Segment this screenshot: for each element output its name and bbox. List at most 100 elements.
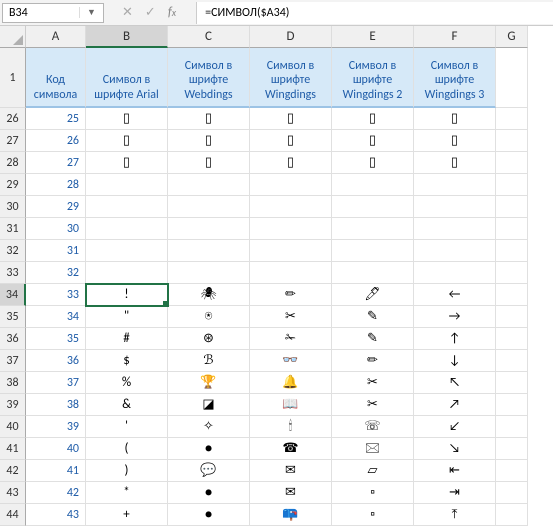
cancel-icon[interactable]: ✕ [122, 5, 133, 20]
cell-code[interactable]: 35 [26, 328, 86, 350]
cell-wingdings2[interactable]: ▯ [332, 130, 414, 152]
cell-code[interactable]: 27 [26, 152, 86, 174]
cell-wingdings[interactable] [250, 174, 332, 196]
cell-arial[interactable]: ▯ [86, 130, 168, 152]
cell-webdings[interactable]: ℬ [168, 350, 250, 372]
column-header-B[interactable]: B [86, 26, 168, 48]
cell[interactable] [496, 218, 528, 240]
cell-wingdings3[interactable]: ↖ [414, 372, 496, 394]
row-number[interactable]: 37 [0, 350, 26, 372]
row-number[interactable]: 28 [0, 152, 26, 174]
cell-wingdings2[interactable] [332, 218, 414, 240]
cell-wingdings3[interactable] [414, 218, 496, 240]
row-number[interactable]: 44 [0, 504, 26, 526]
column-header-D[interactable]: D [250, 26, 332, 48]
cell-webdings[interactable]: ● [168, 482, 250, 504]
cell-arial[interactable]: ' [86, 416, 168, 438]
cell-arial[interactable]: $ [86, 350, 168, 372]
cell-wingdings2[interactable] [332, 196, 414, 218]
cell[interactable] [496, 372, 528, 394]
cell[interactable] [496, 504, 528, 526]
cell[interactable] [496, 306, 528, 328]
cell-wingdings3[interactable]: ▯ [414, 108, 496, 130]
cell-wingdings2[interactable]: ✂ [332, 372, 414, 394]
cell-code[interactable]: 28 [26, 174, 86, 196]
row-number[interactable]: 43 [0, 482, 26, 504]
row-number[interactable]: 42 [0, 460, 26, 482]
chevron-down-icon[interactable]: ▼ [79, 7, 103, 18]
cell-code[interactable]: 25 [26, 108, 86, 130]
cell-code[interactable]: 40 [26, 438, 86, 460]
cell-wingdings3[interactable]: ↘ [414, 438, 496, 460]
cell-wingdings3[interactable]: ↙ [414, 416, 496, 438]
cell-wingdings3[interactable] [414, 196, 496, 218]
cell-wingdings3[interactable]: ↑ [414, 328, 496, 350]
row-number[interactable]: 41 [0, 438, 26, 460]
cell-webdings[interactable]: ⊛ [168, 328, 250, 350]
cell-webdings[interactable] [168, 196, 250, 218]
cell-wingdings[interactable]: 👓 [250, 350, 332, 372]
cell-wingdings[interactable]: ▯ [250, 152, 332, 174]
row-number[interactable]: 27 [0, 130, 26, 152]
cell-wingdings2[interactable]: ▯ [332, 152, 414, 174]
cell-wingdings[interactable]: ▯ [250, 130, 332, 152]
row-number[interactable]: 38 [0, 372, 26, 394]
cell[interactable] [496, 130, 528, 152]
cell[interactable] [496, 240, 528, 262]
row-number[interactable]: 39 [0, 394, 26, 416]
cell-code[interactable]: 32 [26, 262, 86, 284]
cell-wingdings2[interactable] [332, 240, 414, 262]
cell-wingdings3[interactable]: ⇥ [414, 482, 496, 504]
cell-arial[interactable]: + [86, 504, 168, 526]
cell-arial[interactable]: ▯ [86, 108, 168, 130]
row-number[interactable]: 1 [0, 48, 26, 108]
row-number[interactable]: 40 [0, 416, 26, 438]
cell-wingdings3[interactable]: ⇤ [414, 460, 496, 482]
cell[interactable] [496, 48, 528, 108]
cell-webdings[interactable] [168, 240, 250, 262]
cell-wingdings2[interactable]: ✏ [332, 350, 414, 372]
cell-webdings[interactable]: ● [168, 504, 250, 526]
cell-wingdings2[interactable]: ✎ [332, 328, 414, 350]
cell[interactable] [496, 350, 528, 372]
column-header-F[interactable]: F [414, 26, 496, 48]
cell-wingdings3[interactable]: ⤒ [414, 504, 496, 526]
cell-arial[interactable] [86, 196, 168, 218]
cell-code[interactable]: 39 [26, 416, 86, 438]
cell-code[interactable]: 26 [26, 130, 86, 152]
cell-webdings[interactable] [168, 262, 250, 284]
row-number[interactable]: 31 [0, 218, 26, 240]
row-number[interactable]: 33 [0, 262, 26, 284]
cell-wingdings[interactable]: ✉ [250, 482, 332, 504]
cell-wingdings2[interactable] [332, 262, 414, 284]
row-number[interactable]: 30 [0, 196, 26, 218]
cell[interactable] [496, 394, 528, 416]
cell-arial[interactable] [86, 218, 168, 240]
cell-webdings[interactable]: ● [168, 438, 250, 460]
cell-wingdings2[interactable]: 🖊 [332, 284, 414, 306]
name-box-input[interactable] [3, 4, 79, 22]
enter-icon[interactable]: ✓ [145, 5, 156, 20]
cell-wingdings[interactable]: 🔔 [250, 372, 332, 394]
cell-wingdings2[interactable]: ▱ [332, 460, 414, 482]
cell-arial[interactable] [86, 174, 168, 196]
cell-webdings[interactable]: ▯ [168, 108, 250, 130]
cell-webdings[interactable] [168, 218, 250, 240]
column-header-A[interactable]: A [26, 26, 86, 48]
cell[interactable] [496, 262, 528, 284]
name-box[interactable]: ▼ [2, 3, 104, 23]
cell-wingdings[interactable]: ✉ [250, 460, 332, 482]
cell[interactable] [496, 152, 528, 174]
cell-wingdings3[interactable]: ↓ [414, 350, 496, 372]
cell-wingdings[interactable] [250, 262, 332, 284]
select-all-corner[interactable] [0, 26, 26, 48]
row-number[interactable]: 35 [0, 306, 26, 328]
row-number[interactable]: 34 [0, 284, 26, 306]
cell-wingdings[interactable]: ✂ [250, 306, 332, 328]
cell-wingdings[interactable]: ☎ [250, 438, 332, 460]
cell-code[interactable]: 34 [26, 306, 86, 328]
cell-arial[interactable]: ! [86, 284, 168, 306]
cell-webdings[interactable] [168, 174, 250, 196]
cell[interactable] [496, 196, 528, 218]
cell-wingdings[interactable]: 📖 [250, 394, 332, 416]
